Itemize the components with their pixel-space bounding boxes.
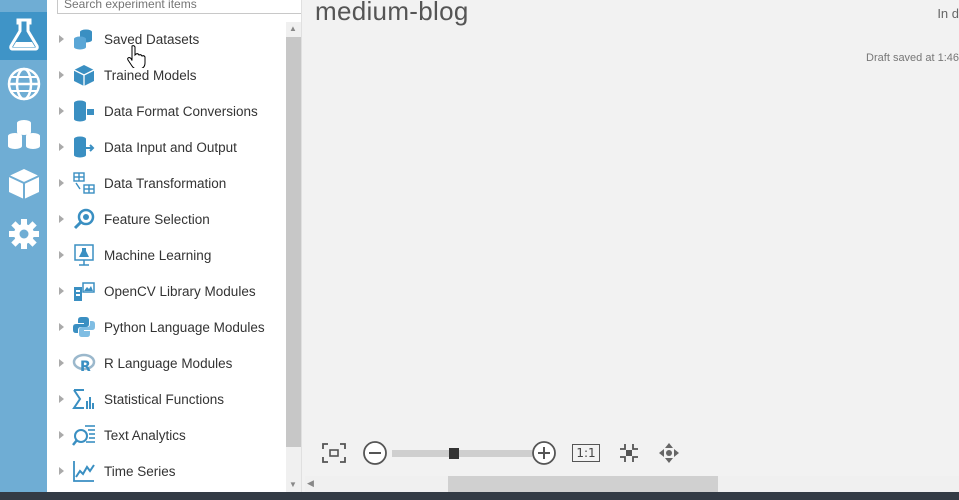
datasets-icon	[71, 26, 97, 52]
zoom-slider-thumb[interactable]	[449, 448, 459, 459]
r-language-icon: R	[71, 350, 97, 376]
trained-models-nav-button[interactable]	[0, 162, 47, 210]
tree-item-label: Text Analytics	[104, 427, 186, 443]
tree-item-data-input-output[interactable]: Data Input and Output	[47, 129, 285, 165]
datasets-icon	[6, 116, 42, 157]
search-box[interactable]: ✎	[57, 0, 301, 14]
tree-item-r-language-modules[interactable]: R R Language Modules	[47, 345, 285, 381]
zoom-in-button[interactable]	[531, 440, 557, 466]
machine-learning-icon	[71, 242, 97, 268]
fit-screen-icon	[321, 442, 347, 464]
expand-caret-icon[interactable]	[59, 395, 64, 403]
tree-item-data-format-conversions[interactable]: Data Format Conversions	[47, 93, 285, 129]
expand-caret-icon[interactable]	[59, 35, 64, 43]
tree-item-label: Data Format Conversions	[104, 103, 258, 119]
expand-caret-icon[interactable]	[59, 107, 64, 115]
tree-item-time-series[interactable]: Time Series	[47, 453, 285, 489]
tree-item-label: Saved Datasets	[104, 31, 200, 47]
bottom-bar	[0, 492, 959, 500]
flask-icon	[6, 16, 42, 57]
tree-item-label: Feature Selection	[104, 211, 210, 227]
palette-scrollbar[interactable]: ▲ ▼	[286, 22, 301, 492]
expand-caret-icon[interactable]	[59, 287, 64, 295]
expand-caret-icon[interactable]	[59, 215, 64, 223]
tree-item-label: Data Input and Output	[104, 139, 237, 155]
tree-item-machine-learning[interactable]: Machine Learning	[47, 237, 285, 273]
zoom-slider-track[interactable]	[392, 450, 532, 457]
tree-item-label: OpenCV Library Modules	[104, 283, 256, 299]
zoom-toolbar: 1:1	[320, 438, 700, 468]
expand-caret-icon[interactable]	[59, 143, 64, 151]
experiment-title[interactable]: medium-blog	[315, 0, 469, 27]
feature-selection-icon	[71, 206, 97, 232]
fit-to-screen-button[interactable]	[320, 440, 348, 466]
tree-item-label: Statistical Functions	[104, 391, 225, 407]
data-transformation-icon	[71, 170, 97, 196]
tree-item-text-analytics[interactable]: Text Analytics	[47, 417, 285, 453]
search-input[interactable]	[64, 0, 301, 11]
scroll-down-arrow-icon[interactable]: ▼	[289, 480, 297, 489]
tree-item-trained-models[interactable]: Trained Models	[47, 57, 285, 93]
pan-arrows-icon	[657, 441, 681, 465]
gear-icon	[6, 216, 42, 257]
left-nav-rail	[0, 0, 47, 492]
svg-text:R: R	[80, 359, 91, 375]
tree-item-label: Machine Learning	[104, 247, 212, 263]
tree-item-statistical-functions[interactable]: Statistical Functions	[47, 381, 285, 417]
expand-caret-icon[interactable]	[59, 71, 64, 79]
scroll-up-arrow-icon[interactable]: ▲	[289, 24, 297, 33]
tree-item-saved-datasets[interactable]: Saved Datasets	[47, 21, 285, 57]
actual-size-button[interactable]: 1:1	[572, 440, 600, 466]
hand-cursor-icon	[127, 45, 146, 68]
fit-selection-icon	[618, 442, 640, 464]
scroll-left-arrow-icon[interactable]: ◀	[307, 478, 314, 489]
expand-caret-icon[interactable]	[59, 467, 64, 475]
tree-item-label: R Language Modules	[104, 355, 233, 371]
expand-caret-icon[interactable]	[59, 359, 64, 367]
zoom-out-icon	[362, 440, 388, 466]
zoom-out-button[interactable]	[362, 440, 388, 466]
actual-size-box: 1:1	[572, 444, 600, 462]
experiment-status: In d	[937, 6, 959, 21]
tree-item-label: Trained Models	[104, 67, 197, 83]
time-series-icon	[71, 458, 97, 484]
tree-item-feature-selection[interactable]: Feature Selection	[47, 201, 285, 237]
experiments-nav-button[interactable]	[0, 12, 47, 60]
datasets-nav-button[interactable]	[0, 112, 47, 160]
tree-item-opencv-library-modules[interactable]: OpenCV Library Modules	[47, 273, 285, 309]
statistical-functions-icon	[71, 386, 97, 412]
canvas-horizontal-scrollbar[interactable]: ◀	[305, 476, 959, 492]
tree-item-python-language-modules[interactable]: Python Language Modules	[47, 309, 285, 345]
web-services-nav-button[interactable]	[0, 62, 47, 110]
expand-caret-icon[interactable]	[59, 251, 64, 259]
zoom-in-icon	[531, 440, 557, 466]
tree-item-data-transformation[interactable]: Data Transformation	[47, 165, 285, 201]
draft-saved-status: Draft saved at 1:46	[866, 52, 959, 64]
scrollbar-thumb[interactable]	[286, 37, 301, 447]
tree-item-label: Time Series	[104, 463, 176, 479]
settings-nav-button[interactable]	[0, 212, 47, 260]
cube-icon	[71, 62, 97, 88]
text-analytics-icon	[71, 422, 97, 448]
pan-button[interactable]	[656, 440, 682, 466]
module-tree: Saved Datasets Trained Models Data Forma…	[47, 21, 285, 489]
data-format-conversion-icon	[71, 98, 97, 124]
module-palette: ✎ Saved Datasets Trained Models Data For…	[47, 0, 302, 492]
expand-caret-icon[interactable]	[59, 179, 64, 187]
expand-caret-icon[interactable]	[59, 431, 64, 439]
expand-caret-icon[interactable]	[59, 323, 64, 331]
cube-icon	[6, 166, 42, 207]
python-icon	[71, 314, 97, 340]
opencv-icon	[71, 278, 97, 304]
scrollbar-thumb[interactable]	[448, 476, 718, 492]
tree-item-label: Data Transformation	[104, 175, 227, 191]
tree-item-label: Python Language Modules	[104, 319, 265, 335]
data-input-output-icon	[71, 134, 97, 160]
globe-icon	[6, 66, 42, 107]
fit-selection-button[interactable]	[617, 440, 641, 466]
